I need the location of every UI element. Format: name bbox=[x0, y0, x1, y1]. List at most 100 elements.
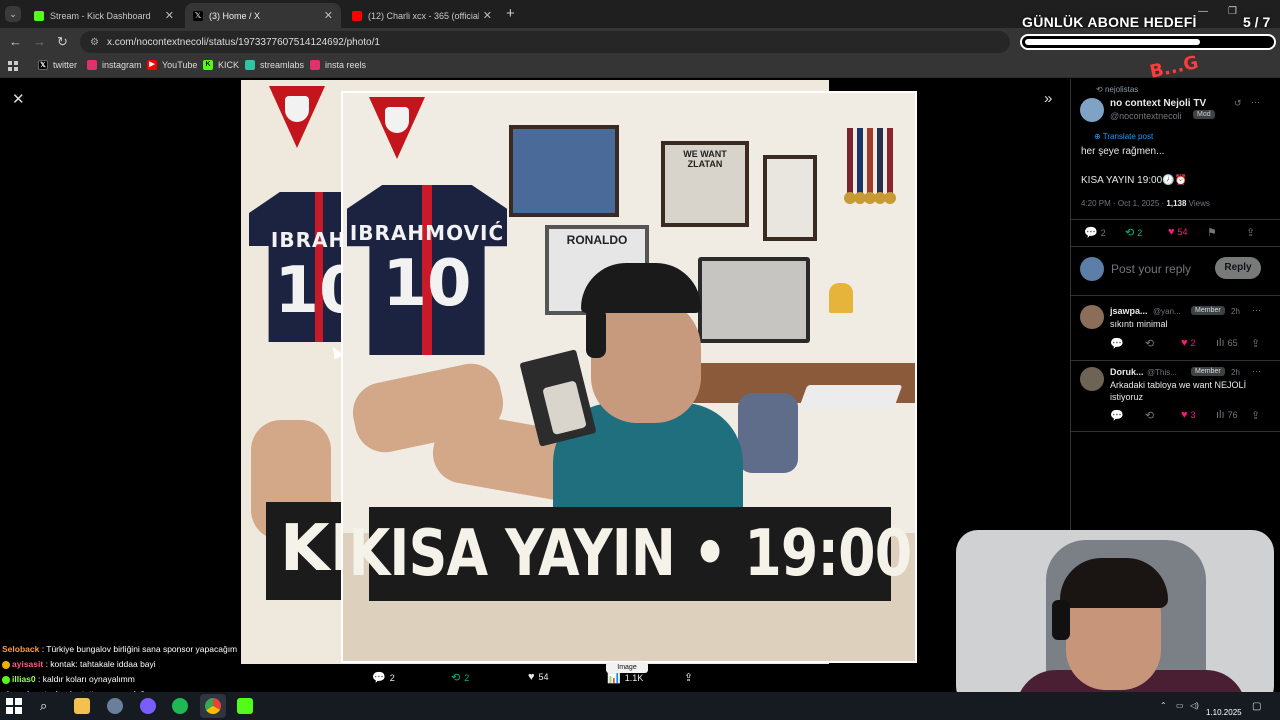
search-icon[interactable]: ⌕ bbox=[40, 698, 56, 714]
repost-button[interactable]: ⟲ 2 bbox=[1125, 226, 1142, 239]
avatar[interactable] bbox=[1080, 98, 1104, 122]
sub-goal-count: 5 / 7 bbox=[1243, 14, 1271, 30]
views-button[interactable]: ılı 76 bbox=[1216, 409, 1238, 421]
tweet-time[interactable]: 4:20 PM · Oct 1, 2025 · bbox=[1081, 199, 1164, 208]
like-count: 54 bbox=[1177, 227, 1188, 237]
grok-icon[interactable]: ↺ bbox=[1234, 98, 1242, 109]
viewer-reply-button[interactable]: 💬 2 bbox=[372, 671, 395, 684]
bookmark-youtube[interactable]: ▶ YouTube bbox=[147, 60, 197, 70]
notifications-icon[interactable]: ▢ bbox=[1252, 701, 1261, 712]
bookmark-instagram[interactable]: instagram bbox=[87, 60, 142, 70]
collapse-sidebar-icon[interactable]: » bbox=[1044, 90, 1052, 107]
reply-author-handle[interactable]: @yan... bbox=[1153, 307, 1181, 316]
minimize-icon[interactable]: — bbox=[1198, 6, 1208, 17]
reply-input[interactable]: Post your reply bbox=[1111, 262, 1191, 276]
reply-button[interactable]: 💬 bbox=[1110, 337, 1127, 350]
poster-frame bbox=[763, 155, 817, 241]
back-icon[interactable]: ← bbox=[9, 34, 22, 49]
tab-search-icon[interactable]: ⌄ bbox=[5, 6, 21, 22]
bookmark-label: insta reels bbox=[325, 60, 367, 70]
close-icon[interactable]: ✕ bbox=[12, 90, 25, 108]
more-options-icon[interactable]: ··· bbox=[1252, 366, 1261, 376]
viewer-share-button[interactable]: ⇪ bbox=[684, 671, 697, 684]
share-button[interactable]: ⇪ bbox=[1251, 409, 1263, 422]
reply-author-handle[interactable]: @This... bbox=[1147, 368, 1177, 377]
close-tab-icon[interactable]: ✕ bbox=[324, 9, 333, 22]
views-count: 1.1K bbox=[624, 672, 644, 683]
tweet-views-label: Views bbox=[1188, 199, 1210, 208]
viewer-repost-button[interactable]: ⟲ 2 bbox=[451, 671, 469, 684]
reply-time: 2h bbox=[1231, 368, 1240, 377]
more-options-icon[interactable]: ··· bbox=[1251, 97, 1260, 107]
globe-icon: ⊕ bbox=[1094, 132, 1101, 141]
share-button[interactable]: ⇪ bbox=[1251, 337, 1263, 350]
webcam-overlay bbox=[956, 530, 1274, 708]
member-badge: Member bbox=[1191, 367, 1225, 376]
bookmark-streamlabs[interactable]: streamlabs bbox=[245, 60, 304, 70]
url-text: x.com/nocontextnecoli/status/19733776075… bbox=[106, 36, 380, 48]
share-button[interactable]: ⇪ bbox=[1246, 226, 1258, 239]
heart-icon: ♥ bbox=[1181, 409, 1188, 421]
network-icon[interactable]: ▭ bbox=[1176, 701, 1184, 710]
reply-author-name[interactable]: jsawpa... bbox=[1110, 306, 1148, 316]
tweet-photo[interactable]: IBRAHMOVIĆ 10 WE WANT ZLATAN RONALDO KIS… bbox=[341, 91, 917, 663]
bookmark-kick[interactable]: K KICK bbox=[203, 60, 239, 70]
file-explorer-icon[interactable] bbox=[74, 698, 90, 714]
avatar[interactable] bbox=[1080, 305, 1104, 329]
bookmark-insta-reels[interactable]: insta reels bbox=[310, 60, 366, 70]
pennant-decoration bbox=[369, 97, 425, 159]
reply-author-name[interactable]: Doruk... bbox=[1110, 367, 1144, 377]
like-button[interactable]: ♥ 54 bbox=[1168, 226, 1188, 238]
repost-button[interactable]: ⟲ bbox=[1145, 409, 1157, 422]
new-tab-icon[interactable]: + bbox=[506, 5, 515, 22]
reply-text: sıkıntı minimal bbox=[1110, 319, 1168, 329]
windows-start-icon[interactable] bbox=[6, 698, 22, 714]
close-tab-icon[interactable]: ✕ bbox=[483, 9, 492, 22]
close-tab-icon[interactable]: ✕ bbox=[165, 9, 174, 22]
viewer-like-button[interactable]: ♥ 54 bbox=[528, 671, 549, 683]
author-handle[interactable]: @nocontextnecoli bbox=[1110, 111, 1182, 121]
author-name[interactable]: no context Nejoli TV bbox=[1110, 98, 1206, 109]
bookmark-twitter[interactable]: 𝕏 twitter bbox=[38, 60, 77, 70]
reply-action-row: 💬 ⟲ ♥ 2 ılı 65 ⇪ bbox=[1071, 337, 1280, 351]
apps-grid-icon[interactable] bbox=[8, 61, 18, 71]
translate-post-link[interactable]: ⊕ Translate post bbox=[1094, 132, 1153, 141]
forward-icon[interactable]: → bbox=[33, 34, 46, 49]
reply-submit-button[interactable]: Reply bbox=[1215, 257, 1261, 279]
bookmark-label: YouTube bbox=[162, 60, 198, 70]
tab-title: Stream - Kick Dashboard bbox=[50, 10, 151, 21]
bookmark-label: twitter bbox=[53, 60, 78, 70]
tab-youtube[interactable]: (12) Charli xcx - 365 (official lyri ✕ bbox=[344, 3, 500, 28]
address-bar[interactable]: ⚙ x.com/nocontextnecoli/status/197337760… bbox=[80, 31, 1010, 53]
chrome-taskbar-active[interactable] bbox=[200, 694, 226, 718]
tab-kick-dashboard[interactable]: Stream - Kick Dashboard ✕ bbox=[26, 3, 182, 28]
share-icon: ⇪ bbox=[1251, 410, 1261, 422]
tray-chevron-icon[interactable]: ⌃ bbox=[1160, 701, 1167, 710]
repost-button[interactable]: ⟲ bbox=[1145, 337, 1157, 350]
reply-button[interactable]: 💬 bbox=[1110, 409, 1127, 422]
mod-badge: Mod bbox=[1193, 110, 1215, 119]
instagram-icon bbox=[87, 60, 97, 70]
divider bbox=[1071, 295, 1280, 296]
spotify-icon[interactable] bbox=[172, 698, 188, 714]
reply-button[interactable]: 💬 2 bbox=[1084, 226, 1106, 239]
my-avatar bbox=[1080, 257, 1104, 281]
app-icon[interactable] bbox=[107, 698, 123, 714]
avatar[interactable] bbox=[1080, 367, 1104, 391]
like-button[interactable]: ♥ 2 bbox=[1181, 337, 1196, 349]
like-button[interactable]: ♥ 3 bbox=[1181, 409, 1196, 421]
tab-x-home[interactable]: 𝕏 (3) Home / X ✕ bbox=[185, 3, 341, 28]
repost-count: 2 bbox=[1137, 227, 1143, 238]
repost-count: 2 bbox=[464, 672, 470, 683]
site-info-icon[interactable]: ⚙ bbox=[90, 37, 99, 48]
poster-label: RONALDO bbox=[566, 233, 628, 247]
bookmark-button[interactable]: ⚑ bbox=[1207, 226, 1220, 239]
more-options-icon[interactable]: ··· bbox=[1252, 305, 1261, 315]
screen: ⌄ Stream - Kick Dashboard ✕ 𝕏 (3) Home /… bbox=[0, 0, 1280, 720]
volume-icon[interactable]: ◁) bbox=[1190, 701, 1199, 710]
maximize-icon[interactable]: ❐ bbox=[1228, 6, 1237, 17]
views-button[interactable]: ılı 65 bbox=[1216, 337, 1238, 349]
kick-app-icon[interactable] bbox=[237, 698, 253, 714]
reload-icon[interactable]: ↻ bbox=[57, 34, 68, 50]
discord-icon[interactable] bbox=[140, 698, 156, 714]
